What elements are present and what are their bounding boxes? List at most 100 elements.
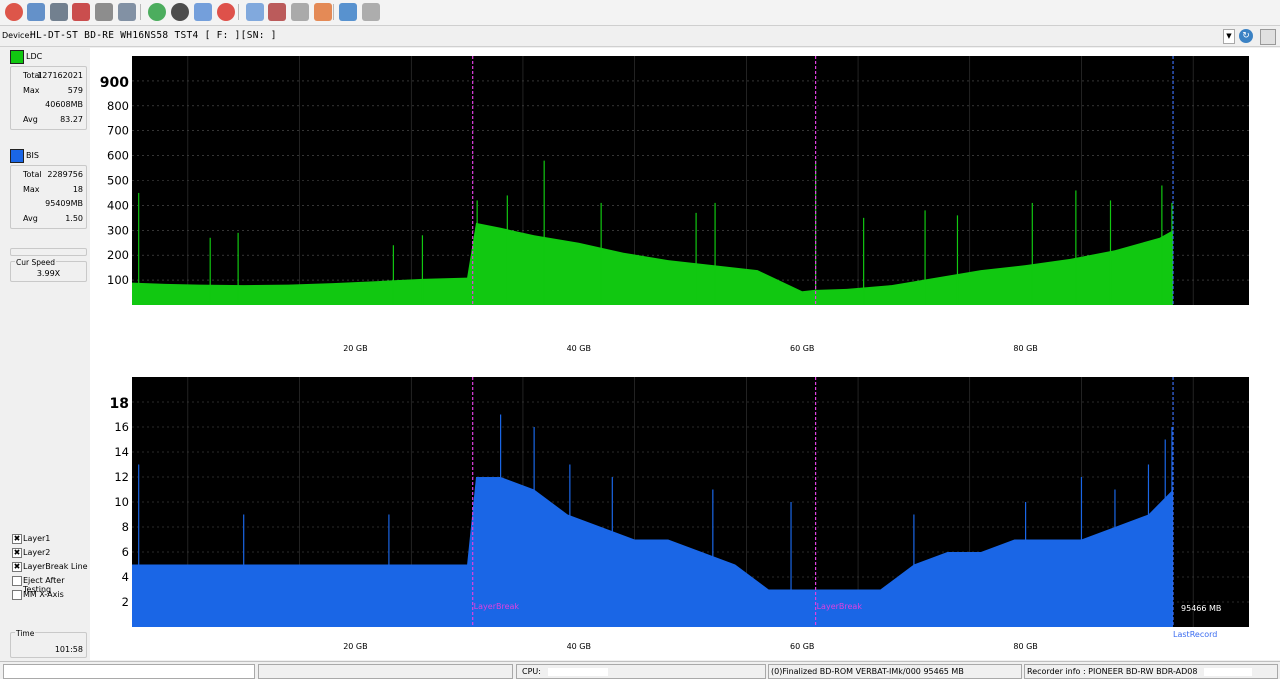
recorder-info-text: Recorder info : PIONEER BD-RW BDR-AD08 bbox=[1027, 667, 1198, 676]
erase-disc-icon[interactable] bbox=[72, 3, 90, 21]
verify-icon[interactable] bbox=[194, 3, 212, 21]
ldc-max-position: 40608MB bbox=[45, 100, 83, 109]
save-icon[interactable] bbox=[268, 3, 286, 21]
disc-info-text: (0)Finalized BD-ROM VERBAT-IMk/000 95465… bbox=[771, 667, 964, 676]
bis-y-tick-label: 16 bbox=[114, 420, 129, 434]
time-label: Time bbox=[15, 629, 36, 638]
device-selector[interactable]: HL-DT-ST BD-RE WH16NS58 TST4 [ F: ][SN: … bbox=[30, 30, 277, 41]
ldc-y-tick-label: 800 bbox=[107, 99, 129, 113]
bis-legend-swatch bbox=[10, 149, 24, 163]
eject-icon[interactable] bbox=[362, 3, 380, 21]
bis-x-tick-label: 80 GB bbox=[1013, 642, 1037, 651]
clean-icon[interactable] bbox=[291, 3, 309, 21]
time-value: 101:58 bbox=[54, 645, 83, 654]
bis-x-tick-label: 40 GB bbox=[567, 642, 591, 651]
save-icon[interactable] bbox=[1260, 29, 1276, 45]
bis-y-tick-label: 10 bbox=[114, 495, 129, 509]
chevron-down-icon[interactable]: ▼ bbox=[1223, 29, 1235, 44]
ldc-y-tick-label: 300 bbox=[107, 223, 129, 237]
power-icon[interactable] bbox=[5, 3, 23, 21]
layer1-label: Layer1 bbox=[23, 534, 51, 543]
bis-x-tick-label: 60 GB bbox=[790, 642, 814, 651]
ldc-x-tick-label: 40 GB bbox=[567, 344, 591, 353]
scan-icon[interactable] bbox=[171, 3, 189, 21]
toolbar-separator bbox=[140, 4, 141, 20]
bis-max-label: Max bbox=[23, 185, 40, 194]
drive-icon[interactable] bbox=[50, 3, 68, 21]
end-size-label: 95466 MB bbox=[1181, 604, 1221, 613]
layerbreak-label: LayerBreak bbox=[474, 602, 520, 611]
cpu-field: CPU: bbox=[516, 664, 766, 679]
ldc-y-tick-label: 500 bbox=[107, 174, 129, 188]
bis-max-position: 95409MB bbox=[45, 199, 83, 208]
ldc-x-tick-label: 20 GB bbox=[343, 344, 367, 353]
lastrecord-label: LastRecord bbox=[1173, 630, 1217, 639]
ldc-x-tick-label: 80 GB bbox=[1013, 344, 1037, 353]
ldc-y-tick-label: 200 bbox=[107, 248, 129, 262]
cpu-meter bbox=[547, 667, 608, 676]
chart-area: 100 200 300 400 500 600 700 800 900 20 GB 40 GB 60 … bbox=[90, 48, 1280, 660]
bis-y-tick-label: 18 bbox=[110, 396, 129, 412]
progress-bar bbox=[10, 248, 87, 256]
speed-label: Cur Speed bbox=[15, 258, 56, 267]
burn-test-icon[interactable] bbox=[314, 3, 332, 21]
ldc-y-tick-label: 900 bbox=[100, 75, 129, 91]
disc-info-icon[interactable] bbox=[27, 3, 45, 21]
recorder-meter bbox=[1204, 667, 1253, 676]
toolbar bbox=[0, 0, 1280, 26]
bis-avg-value: 1.50 bbox=[65, 214, 83, 223]
bis-y-tick-label: 6 bbox=[122, 545, 129, 559]
bis-stats-panel: Total 2289756 Max 18 95409MB Avg 1.50 bbox=[10, 165, 87, 229]
ldc-avg-value: 83.27 bbox=[60, 115, 83, 124]
ldc-y-tick-label: 600 bbox=[107, 149, 129, 163]
speed-panel: Cur Speed 3.99X bbox=[10, 258, 87, 282]
ldc-avg-label: Avg bbox=[23, 115, 38, 124]
bis-y-tick-label: 4 bbox=[122, 570, 129, 584]
copy-disc-icon[interactable] bbox=[118, 3, 136, 21]
test-icon[interactable] bbox=[246, 3, 264, 21]
toolbar-separator bbox=[238, 4, 239, 20]
ldc-max-value: 579 bbox=[67, 86, 83, 95]
ldc-y-tick-label: 400 bbox=[107, 198, 129, 212]
status-bar: CPU: (0)Finalized BD-ROM VERBAT-IMk/000 … bbox=[0, 661, 1280, 679]
layer2-checkbox[interactable]: ✖ bbox=[12, 548, 22, 558]
ldc-total-value: 127162021 bbox=[37, 71, 83, 80]
bis-total-label: Total bbox=[23, 170, 42, 179]
bis-total-value: 2289756 bbox=[47, 170, 83, 179]
burn-disc-icon[interactable] bbox=[95, 3, 113, 21]
ldc-legend-label: LDC bbox=[26, 52, 43, 61]
bis-max-value: 18 bbox=[72, 185, 83, 194]
speed-value: 3.99X bbox=[36, 269, 61, 278]
bis-avg-label: Avg bbox=[23, 214, 38, 223]
left-panel: LDC Total 127162021 Max 579 40608MB Avg 83.… bbox=[2, 48, 88, 660]
ldc-y-tick-label: 100 bbox=[107, 273, 129, 287]
charts-svg: 100 200 300 400 500 600 700 800 900 20 GB 40 GB 60 … bbox=[100, 56, 1249, 651]
ldc-y-tick-label: 700 bbox=[107, 124, 129, 138]
status-message-field bbox=[3, 664, 255, 679]
refresh-icon[interactable]: ↻ bbox=[1239, 29, 1253, 43]
eject-after-testing-checkbox[interactable] bbox=[12, 576, 22, 586]
bis-x-tick-label: 20 GB bbox=[343, 642, 367, 651]
device-label: Device: bbox=[2, 31, 33, 40]
toolbar-separator bbox=[333, 4, 334, 20]
stop-icon[interactable] bbox=[217, 3, 235, 21]
ldc-max-label: Max bbox=[23, 86, 40, 95]
layer2-label: Layer2 bbox=[23, 548, 51, 557]
mm-x-axis-checkbox[interactable] bbox=[12, 590, 22, 600]
bis-y-tick-label: 2 bbox=[122, 595, 129, 609]
layerbreak-line-checkbox[interactable]: ✖ bbox=[12, 562, 22, 572]
status-progress-field bbox=[258, 664, 513, 679]
layerbreak-label: LayerBreak bbox=[817, 602, 863, 611]
refresh-icon[interactable] bbox=[148, 3, 166, 21]
bis-legend-label: BIS bbox=[26, 151, 39, 160]
bis-y-tick-label: 12 bbox=[114, 470, 129, 484]
layerbreak-line-label: LayerBreak Line bbox=[23, 562, 88, 571]
ldc-legend-swatch bbox=[10, 50, 24, 64]
recorder-info-field: Recorder info : PIONEER BD-RW BDR-AD08 bbox=[1024, 664, 1278, 679]
ldc-x-tick-label: 60 GB bbox=[790, 344, 814, 353]
time-panel: Time 101:58 bbox=[10, 629, 87, 658]
layer1-checkbox[interactable]: ✖ bbox=[12, 534, 22, 544]
bis-y-tick-label: 14 bbox=[114, 445, 129, 459]
bis-y-tick-label: 8 bbox=[122, 520, 129, 534]
chart-icon[interactable] bbox=[339, 3, 357, 21]
